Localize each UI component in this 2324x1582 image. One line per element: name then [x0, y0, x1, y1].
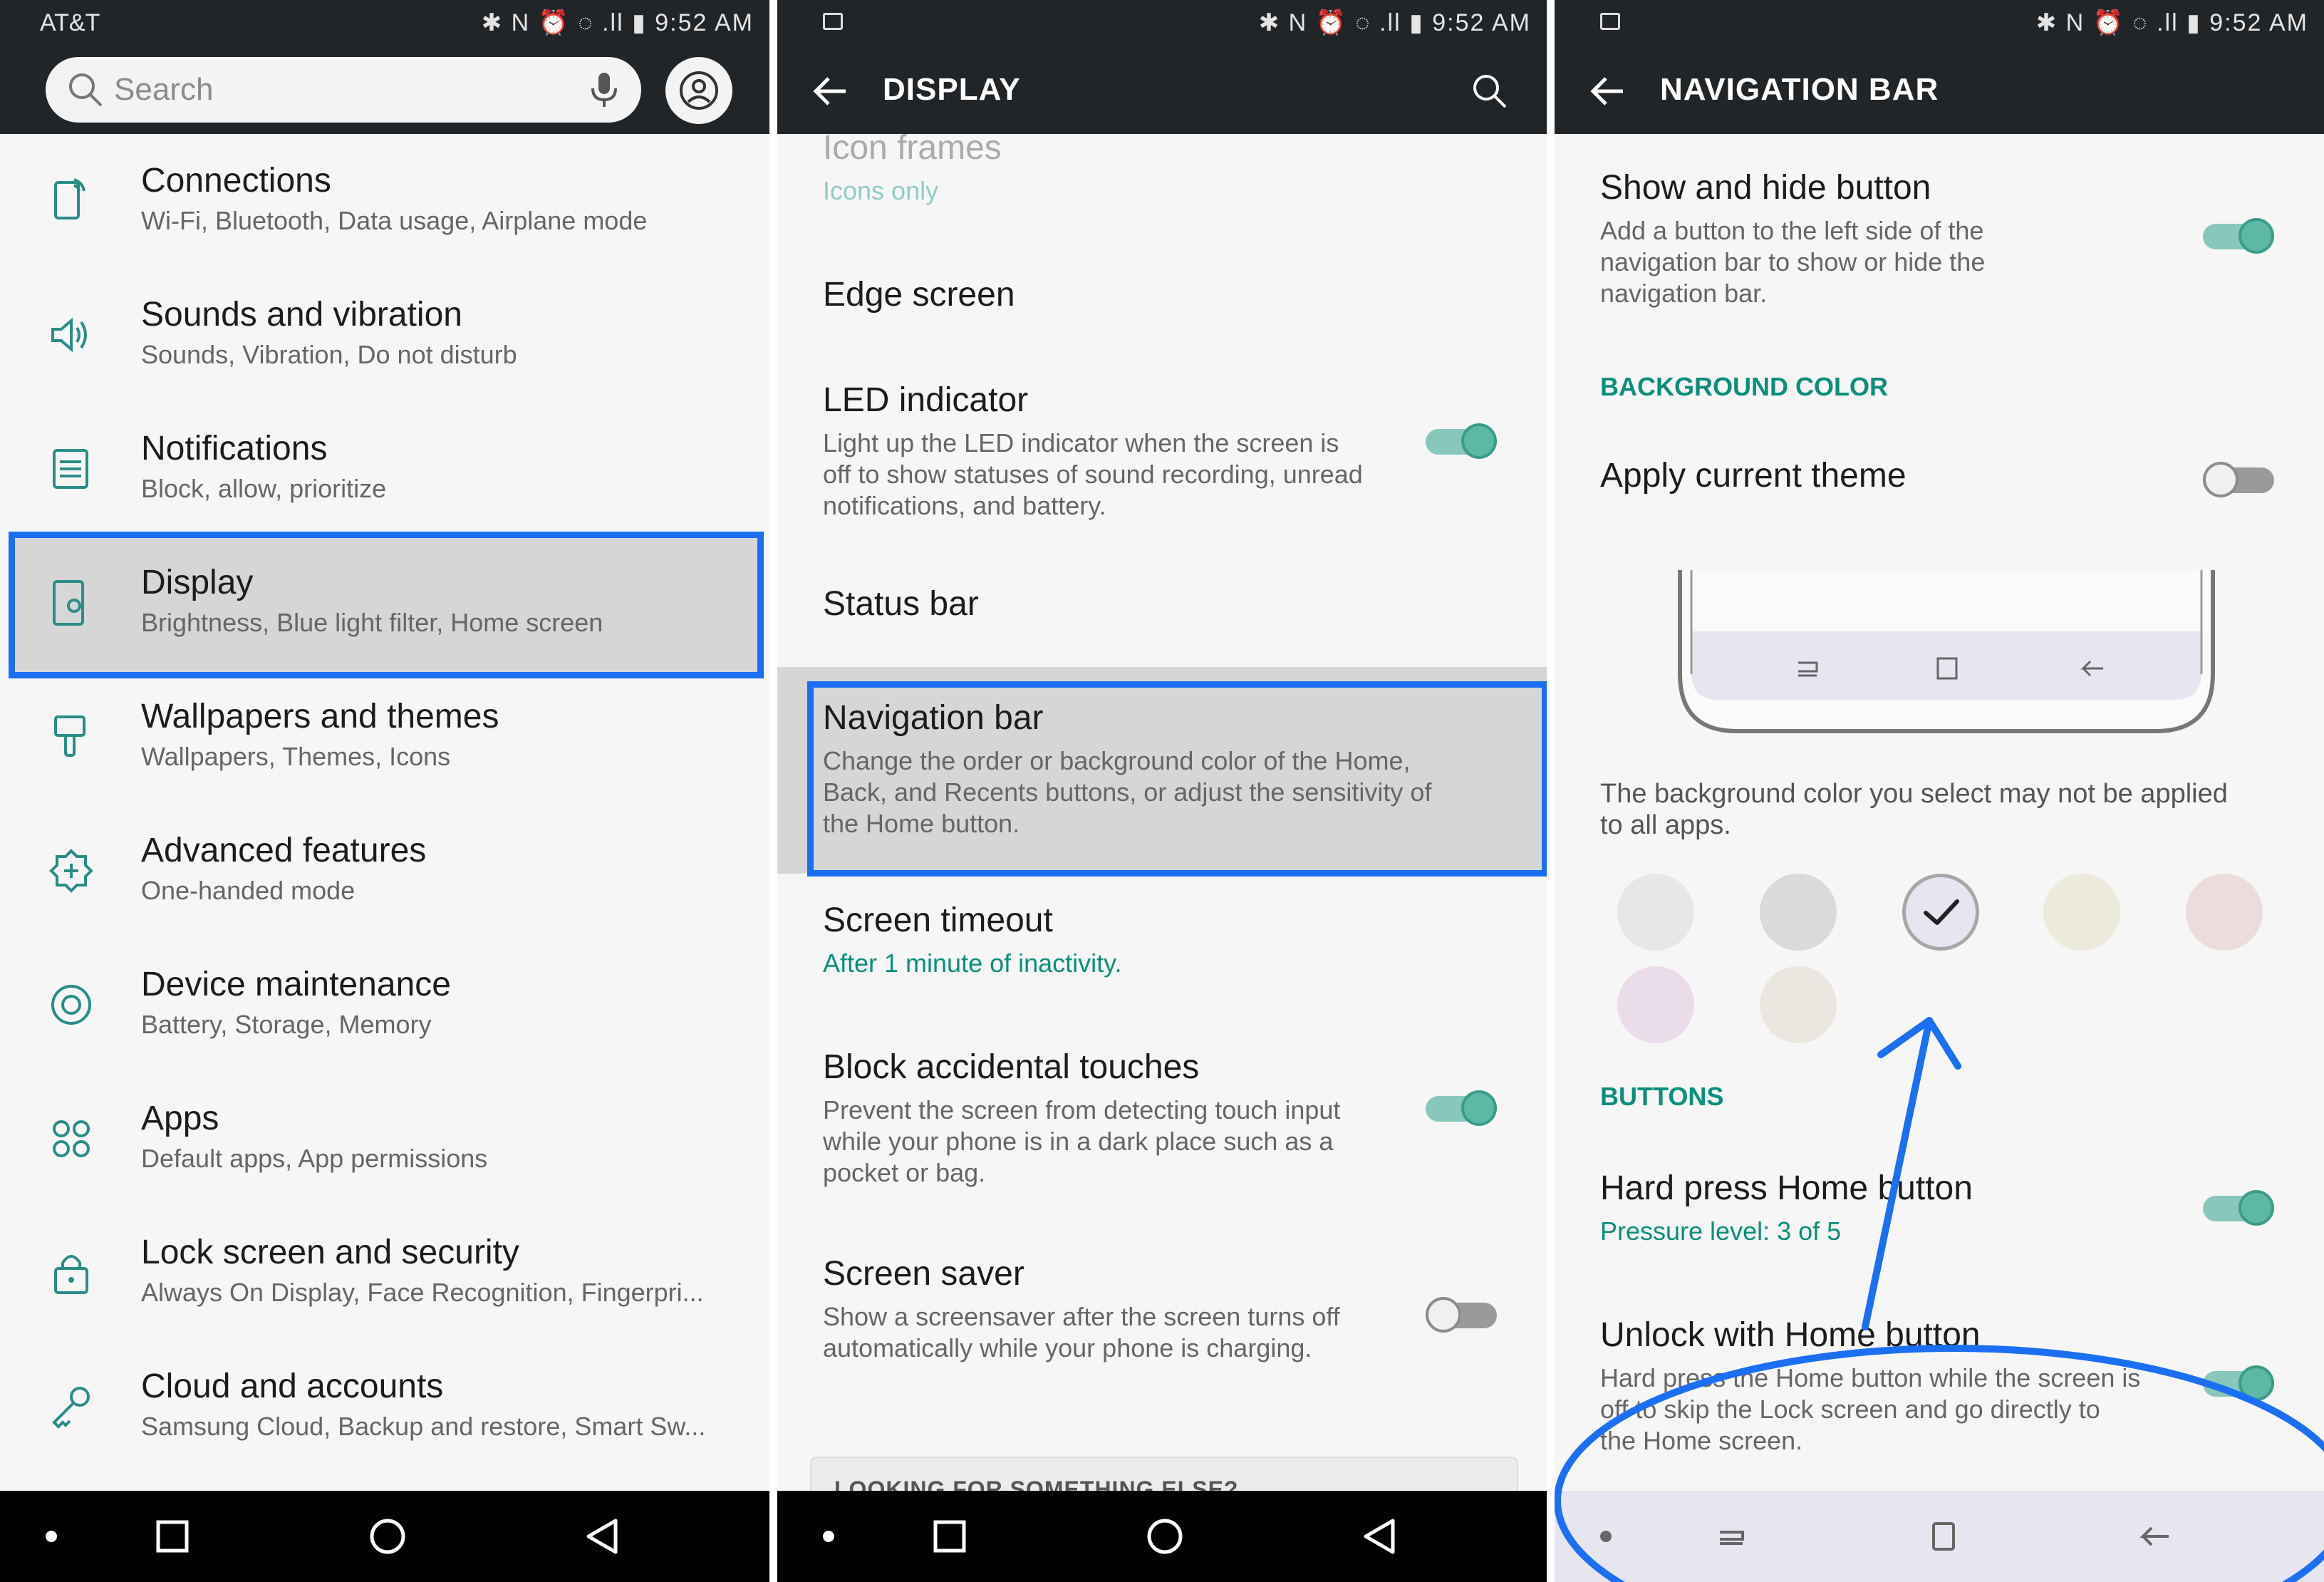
setting-title: Advanced features	[141, 832, 427, 869]
connections-icon	[54, 178, 85, 219]
setting-subtitle: Wi-Fi, Bluetooth, Data usage, Airplane m…	[141, 206, 648, 235]
back-arrow-icon[interactable]	[810, 71, 850, 111]
setting-title: Status bar	[823, 585, 979, 623]
account-icon	[680, 71, 718, 110]
settings-item-apps[interactable]: Apps Default apps, App permissions	[0, 1089, 769, 1210]
system-navbar	[777, 1491, 1547, 1582]
profile-button[interactable]	[665, 57, 732, 124]
microphone-icon[interactable]	[583, 68, 626, 111]
setting-title: Screen timeout	[823, 901, 1053, 939]
annotation-overlay	[1555, 1017, 2324, 1582]
display-icon	[53, 580, 84, 626]
setting-title: Sounds and vibration	[141, 296, 462, 334]
speaker-icon	[51, 317, 87, 353]
navigation-bar-settings-panel: ✱ N ⏰ ◌ .ll ▮ 9:52 AM NAVIGATION BAR Sho…	[1555, 0, 2324, 1582]
setting-subtitle: Block, allow, prioritize	[141, 474, 387, 503]
setting-title: Cloud and accounts	[141, 1368, 444, 1405]
search-placeholder: Search	[114, 72, 214, 107]
settings-item-device-maintenance[interactable]: Device maintenance Battery, Storage, Memo…	[0, 955, 769, 1076]
setting-description: After 1 minute of inactivity.	[823, 948, 1122, 978]
settings-panel: AT&T ✱ N ⏰ ◌ .ll ▮ 9:52 AM Search Connec…	[0, 0, 769, 1582]
setting-title: Navigation bar	[823, 699, 1044, 737]
clock: 9:52 AM	[1432, 9, 1531, 36]
settings-item-lock-screen-and-security[interactable]: Lock screen and security Always On Displa…	[0, 1223, 769, 1344]
key-icon	[52, 1387, 90, 1429]
setting-subtitle: One-handed mode	[141, 876, 356, 905]
navbar-dot	[823, 1531, 834, 1542]
clock: 9:52 AM	[655, 9, 754, 36]
setting-title: Device maintenance	[141, 966, 451, 1003]
gear-plus-icon	[49, 849, 93, 893]
page-title: DISPLAY	[883, 72, 1021, 107]
display-settings-panel: ✱ N ⏰ ◌ .ll ▮ 9:52 AM DISPLAY Icon frame…	[777, 0, 1547, 1582]
setting-title: Edge screen	[823, 276, 1015, 314]
setting-subtitle: Samsung Cloud, Backup and restore, Smart…	[141, 1412, 706, 1441]
setting-title: Icon frames	[823, 129, 1002, 167]
recents-button[interactable]	[924, 1511, 975, 1562]
status-bar: AT&T ✱ N ⏰ ◌ .ll ▮ 9:52 AM	[0, 0, 769, 46]
settings-item-notifications[interactable]: Notifications Block, allow, prioritize	[0, 419, 769, 540]
carrier-label: AT&T	[40, 9, 100, 36]
setting-title: Apps	[141, 1100, 219, 1137]
home-button[interactable]	[1139, 1511, 1190, 1562]
setting-title: Lock screen and security	[141, 1234, 519, 1271]
display-header: DISPLAY	[777, 46, 1547, 134]
status-icons: ✱ N ⏰ ◌ .ll ▮	[481, 9, 647, 36]
status-icons: ✱ N ⏰ ◌ .ll ▮	[1258, 9, 1424, 36]
annotation-arrow-shaft	[1862, 1017, 1933, 1330]
settings-item-wallpapers-and-themes[interactable]: Wallpapers and themes Wallpapers, Themes,…	[0, 687, 769, 808]
apps-grid-icon	[53, 1120, 90, 1157]
setting-title: Block accidental touches	[823, 1048, 1200, 1086]
home-button[interactable]	[362, 1511, 413, 1562]
setting-toggle[interactable]	[1426, 423, 1497, 459]
search-input[interactable]: Search	[46, 57, 641, 123]
search-icon	[69, 73, 103, 107]
setting-description: Change the order or background color of …	[823, 746, 1432, 838]
setting-subtitle: Default apps, App permissions	[141, 1144, 488, 1173]
setting-title: LED indicator	[823, 381, 1029, 419]
maintenance-icon	[51, 985, 91, 1025]
annotation-ellipse	[1555, 1345, 2324, 1582]
navbar-dot	[46, 1531, 57, 1542]
setting-title: Screen saver	[823, 1255, 1024, 1293]
setting-toggle[interactable]	[1426, 1090, 1497, 1126]
paintbrush-icon	[54, 715, 85, 757]
setting-subtitle: Brightness, Blue light filter, Home scre…	[141, 608, 603, 637]
settings-item-cloud-and-accounts[interactable]: Cloud and accounts Samsung Cloud, Backup …	[0, 1357, 769, 1478]
status-bar: ✱ N ⏰ ◌ .ll ▮ 9:52 AM	[777, 0, 1547, 46]
setting-subtitle: Always On Display, Face Recognition, Fin…	[141, 1278, 704, 1307]
setting-description: Icons only	[823, 176, 939, 205]
settings-item-advanced-features[interactable]: Advanced features One-handed mode	[0, 821, 769, 942]
settings-item-connections[interactable]: Connections Wi-Fi, Bluetooth, Data usage,…	[0, 151, 769, 272]
setting-title: Connections	[141, 162, 331, 200]
gallery-notification-icon	[823, 13, 843, 30]
lock-icon	[54, 1255, 88, 1294]
recents-button[interactable]	[147, 1511, 198, 1562]
settings-item-sounds-and-vibration[interactable]: Sounds and vibration Sounds, Vibration, D…	[0, 285, 769, 406]
setting-subtitle: Sounds, Vibration, Do not disturb	[141, 340, 517, 369]
setting-toggle[interactable]	[1426, 1297, 1497, 1333]
back-button[interactable]	[1354, 1511, 1406, 1562]
setting-subtitle: Wallpapers, Themes, Icons	[141, 742, 451, 771]
setting-title: Notifications	[141, 430, 328, 467]
setting-title: Wallpapers and themes	[141, 698, 499, 735]
back-button[interactable]	[577, 1511, 628, 1562]
setting-description: Show a screensaver after the screen turn…	[823, 1302, 1340, 1363]
settings-item-display[interactable]: Display Brightness, Blue light filter, Ho…	[0, 553, 769, 674]
setting-description: Light up the LED indicator when the scre…	[823, 428, 1363, 520]
setting-title: Display	[141, 564, 254, 601]
search-icon[interactable]	[1468, 70, 1511, 113]
setting-description: Prevent the screen from detecting touch …	[823, 1095, 1341, 1187]
setting-subtitle: Battery, Storage, Memory	[141, 1010, 432, 1039]
notifications-icon	[53, 449, 88, 489]
system-navbar	[0, 1491, 769, 1582]
